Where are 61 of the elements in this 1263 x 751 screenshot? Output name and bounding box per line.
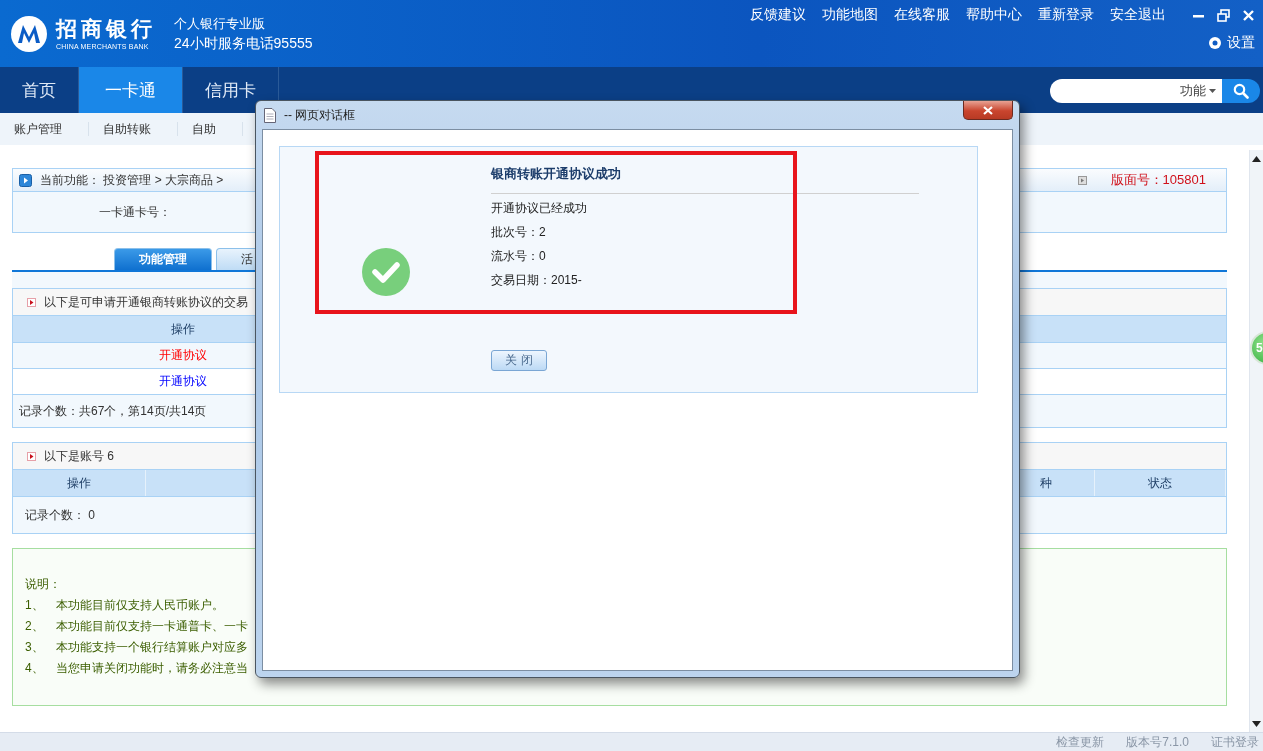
note-text: 当您申请关闭功能时，请务必注意当 bbox=[55, 660, 248, 677]
top-link[interactable]: 在线客服 bbox=[894, 6, 950, 24]
note-text: 本功能目前仅支持人民币账户。 bbox=[55, 597, 224, 614]
note-number: 2、 bbox=[25, 618, 44, 635]
card-number-label: 一卡通卡号： bbox=[99, 203, 171, 221]
open-agreement-link[interactable]: 开通协议 bbox=[159, 373, 207, 390]
message-line: 批次号：2 bbox=[491, 224, 547, 241]
close-icon[interactable] bbox=[983, 105, 993, 115]
subnav-item[interactable]: 自助 bbox=[178, 122, 243, 136]
note-text: 本功能支持一个银行结算账户对应多 bbox=[55, 639, 248, 656]
column-header: 操作 bbox=[13, 470, 146, 496]
close-button[interactable] bbox=[963, 101, 1013, 120]
edition-label: 个人银行专业版 bbox=[174, 14, 266, 33]
bullet-icon bbox=[27, 297, 36, 307]
note-number: 3、 bbox=[25, 639, 44, 656]
arrow-box-icon bbox=[19, 173, 32, 187]
open-agreement-link[interactable]: 开通协议 bbox=[159, 347, 207, 364]
message-line: 流水号：0 bbox=[491, 248, 547, 265]
message-line: 开通协议已经成功 bbox=[491, 200, 588, 217]
expand-icon[interactable] bbox=[1077, 175, 1087, 185]
scroll-down-icon[interactable] bbox=[1252, 721, 1261, 727]
search-button[interactable] bbox=[1222, 79, 1260, 103]
check-icon bbox=[362, 248, 410, 296]
column-header: 状态 bbox=[1095, 470, 1226, 496]
note-number: 1、 bbox=[25, 597, 44, 614]
message-line: 交易日期：2015- bbox=[491, 272, 583, 289]
note-text: 本功能目前仅支持一卡通普卡、一卡 bbox=[55, 618, 248, 635]
close-dialog-button[interactable]: 关 闭 bbox=[491, 350, 547, 371]
settings-icon[interactable] bbox=[1206, 34, 1224, 52]
hotline-text: 24小时服务电话95555 bbox=[174, 34, 313, 53]
top-link[interactable]: 安全退出 bbox=[1110, 6, 1166, 24]
caret-icon[interactable] bbox=[1209, 89, 1216, 93]
dialog-title: -- 网页对话框 bbox=[284, 106, 356, 124]
nav-tab[interactable]: 一卡通 bbox=[79, 67, 183, 113]
note-number: 4、 bbox=[25, 660, 44, 677]
settings-link[interactable]: 设置 bbox=[1227, 34, 1255, 52]
close-icon[interactable] bbox=[1242, 8, 1255, 22]
bank-name: 招商银行 bbox=[56, 16, 156, 41]
top-link[interactable]: 重新登录 bbox=[1038, 6, 1094, 24]
section-caption: 以下是可申请开通银商转账协议的交易 bbox=[44, 293, 248, 311]
breadcrumb: 当前功能： 投资管理 > 大宗商品 > bbox=[40, 171, 224, 189]
top-link[interactable]: 功能地图 bbox=[822, 6, 878, 24]
top-link[interactable]: 反馈建议 bbox=[750, 6, 806, 24]
search-icon[interactable] bbox=[1233, 83, 1249, 99]
document-icon bbox=[264, 107, 276, 123]
page-number: 版面号：105801 bbox=[1110, 171, 1206, 189]
message-heading: 银商转账开通协议成功 bbox=[491, 147, 919, 194]
subnav-item[interactable]: 账户管理 bbox=[0, 122, 89, 136]
bank-logo-icon bbox=[10, 14, 48, 53]
bullet-icon bbox=[27, 451, 36, 461]
subnav-item[interactable]: 自助转账 bbox=[89, 122, 178, 136]
top-link[interactable]: 帮助中心 bbox=[966, 6, 1022, 24]
search-field[interactable]: 功能 bbox=[1050, 79, 1222, 103]
scroll-up-icon[interactable] bbox=[1252, 156, 1261, 162]
notes-title: 说明： bbox=[25, 576, 62, 593]
restore-icon[interactable] bbox=[1217, 8, 1230, 22]
content-tab[interactable]: 功能管理 bbox=[114, 248, 212, 270]
record-count: 记录个数： 0 bbox=[25, 506, 95, 524]
scrollbar[interactable] bbox=[1249, 150, 1263, 733]
section-caption: 以下是账号 6 bbox=[44, 447, 114, 465]
record-count: 记录个数：共67个，第14页/共14页 bbox=[19, 402, 207, 420]
